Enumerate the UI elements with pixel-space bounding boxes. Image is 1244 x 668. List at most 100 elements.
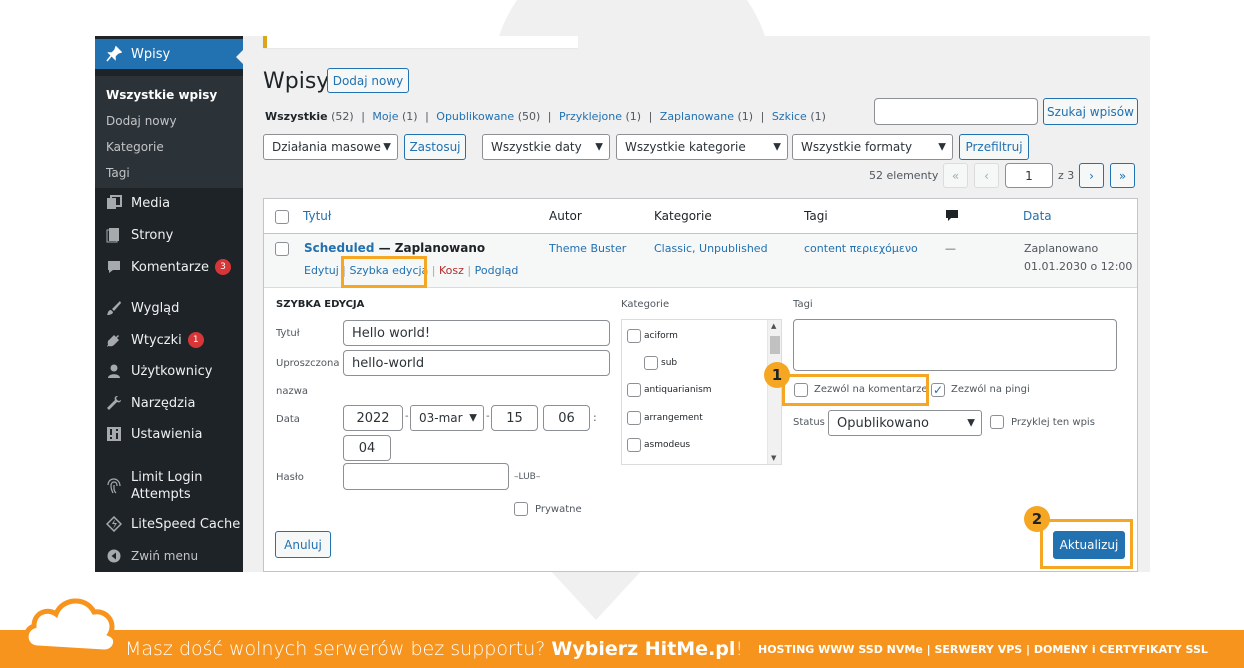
checkmark-icon: ✓ — [932, 383, 944, 397]
filter-button[interactable]: Przefiltruj — [959, 134, 1029, 160]
post-author[interactable]: Theme Buster — [549, 242, 626, 255]
scroll-down-icon[interactable]: ▼ — [771, 454, 776, 462]
submenu-categories[interactable]: Kategorie — [95, 134, 243, 160]
category-label: sub — [661, 358, 678, 368]
categories-scrollbar[interactable]: ▲ ▼ — [767, 320, 781, 464]
categories-label: Kategorie — [621, 299, 670, 310]
column-date[interactable]: Data — [1023, 209, 1052, 223]
year-input[interactable]: 2022 — [343, 405, 403, 431]
cancel-button[interactable]: Anuluj — [275, 531, 331, 558]
filter-all[interactable]: Wszystkie — [265, 110, 328, 123]
day-input[interactable]: 15 — [491, 405, 538, 431]
sidebar-item-users[interactable]: Użytkownicy — [95, 356, 243, 386]
sidebar-item-limit-login[interactable]: Limit Login Attempts — [95, 466, 243, 506]
last-page-button[interactable]: » — [1110, 163, 1135, 188]
category-checkbox[interactable] — [627, 329, 641, 343]
scrollbar-thumb[interactable] — [770, 336, 780, 354]
limit-login-label-line1: Limit Login — [131, 470, 203, 485]
filter-separator: | — [648, 110, 653, 123]
scroll-up-icon[interactable]: ▲ — [771, 322, 776, 330]
password-input[interactable] — [343, 463, 509, 490]
status-select[interactable]: Opublikowano ▼ — [828, 410, 982, 436]
sidebar-item-plugins[interactable]: Wtyczki 1 — [95, 325, 243, 355]
hour-input[interactable]: 06 — [543, 405, 590, 431]
bulk-actions-select[interactable]: Działania masowe ▼ — [263, 134, 398, 160]
post-categories[interactable]: Classic, Unpublished — [654, 242, 768, 255]
categories-checklist[interactable]: aciform sub antiquarianism arrangement a… — [621, 319, 782, 465]
title-input[interactable]: Hello world! — [343, 320, 610, 346]
submenu-all-posts[interactable]: Wszystkie wpisy — [95, 82, 243, 108]
tags-label: Tagi — [793, 299, 813, 310]
filter-sticky[interactable]: Przyklejone — [559, 110, 622, 123]
category-checkbox[interactable] — [644, 356, 658, 370]
sidebar-item-litespeed[interactable]: LiteSpeed Cache — [95, 509, 243, 539]
filter-mine[interactable]: Moje — [372, 110, 398, 123]
filter-drafts[interactable]: Szkice — [772, 110, 807, 123]
fingerprint-icon — [105, 477, 123, 495]
categories-filter-value: Wszystkie kategorie — [625, 140, 746, 154]
chevron-down-icon: ▼ — [469, 412, 477, 424]
select-all-checkbox[interactable] — [275, 210, 289, 224]
post-title-link[interactable]: Scheduled — [304, 241, 374, 255]
sidebar-item-media[interactable]: Media — [95, 188, 243, 218]
column-title[interactable]: Tytuł — [303, 209, 331, 223]
prev-page-button[interactable]: ‹ — [974, 163, 999, 188]
submenu-tags[interactable]: Tagi — [95, 160, 243, 186]
category-checkbox[interactable] — [627, 383, 641, 397]
media-icon — [105, 194, 123, 212]
sidebar-item-label: Komentarze — [131, 259, 209, 275]
view-link[interactable]: Podgląd — [475, 264, 519, 277]
apply-button[interactable]: Zastosuj — [404, 134, 466, 160]
quick-edit-heading: SZYBKA EDYCJA — [276, 299, 365, 310]
sidebar-item-tools[interactable]: Narzędzia — [95, 388, 243, 418]
sidebar-item-pages[interactable]: Strony — [95, 220, 243, 250]
post-tags[interactable]: content περιεχόμενο — [804, 242, 918, 255]
month-select[interactable]: 03-mar ▼ — [410, 405, 484, 431]
sidebar-item-settings[interactable]: Ustawienia — [95, 419, 243, 449]
edit-link[interactable]: Edytuj — [304, 264, 339, 277]
sidebar-item-comments[interactable]: Komentarze 3 — [95, 252, 243, 282]
add-new-post-button[interactable]: Dodaj nowy — [327, 68, 409, 93]
row-checkbox[interactable] — [275, 242, 289, 256]
search-input[interactable] — [874, 98, 1038, 125]
or-label: –LUB– — [514, 472, 541, 482]
minute-input[interactable]: 04 — [343, 435, 391, 461]
search-posts-button[interactable]: Szukaj wpisów — [1043, 98, 1138, 125]
tags-textarea[interactable] — [793, 319, 1117, 371]
category-label: antiquarianism — [644, 385, 712, 395]
category-checkbox[interactable] — [627, 411, 641, 425]
comments-column-icon[interactable] — [945, 209, 959, 226]
submenu-add-new[interactable]: Dodaj nowy — [95, 108, 243, 134]
filter-all-count: (52) — [331, 110, 354, 123]
filter-scheduled[interactable]: Zaplanowane — [660, 110, 734, 123]
private-checkbox[interactable] — [514, 502, 528, 516]
slug-input[interactable]: hello-world — [343, 350, 610, 376]
first-page-button[interactable]: « — [943, 163, 968, 188]
sidebar-collapse-menu[interactable]: Zwiń menu — [95, 541, 243, 571]
sticky-checkbox[interactable] — [990, 415, 1004, 429]
sidebar-item-label: Limit Login Attempts — [131, 469, 202, 503]
status-label: Status — [793, 417, 825, 428]
formats-filter-select[interactable]: Wszystkie formaty ▼ — [792, 134, 953, 160]
dates-filter-select[interactable]: Wszystkie daty ▼ — [482, 134, 610, 160]
category-checkbox[interactable] — [627, 438, 641, 452]
next-page-button[interactable]: › — [1079, 163, 1104, 188]
dates-filter-value: Wszystkie daty — [491, 140, 582, 154]
category-label: aciform — [644, 331, 678, 341]
trash-link[interactable]: Kosz — [439, 264, 464, 277]
promo-cta[interactable]: Wybierz HitMe.pl — [551, 638, 735, 660]
sidebar-item-posts[interactable]: Wpisy — [95, 39, 244, 69]
sidebar-item-label: LiteSpeed Cache — [131, 516, 241, 532]
sidebar-item-label: Wtyczki — [131, 332, 182, 348]
chevron-down-icon: ▼ — [383, 141, 391, 153]
promo-banner[interactable]: Masz dość wolnych serwerów bez supportu?… — [0, 598, 1244, 668]
category-label: arrangement — [644, 413, 703, 423]
current-page-input[interactable]: 1 — [1005, 163, 1053, 188]
date-separator: - — [405, 411, 409, 422]
filter-published[interactable]: Opublikowane — [436, 110, 514, 123]
time-separator: : — [593, 411, 597, 424]
categories-filter-select[interactable]: Wszystkie kategorie ▼ — [616, 134, 788, 160]
sidebar-item-appearance[interactable]: Wygląd — [95, 293, 243, 323]
date-label: Data — [276, 414, 300, 425]
allow-pings-checkbox[interactable]: ✓ — [931, 383, 945, 397]
